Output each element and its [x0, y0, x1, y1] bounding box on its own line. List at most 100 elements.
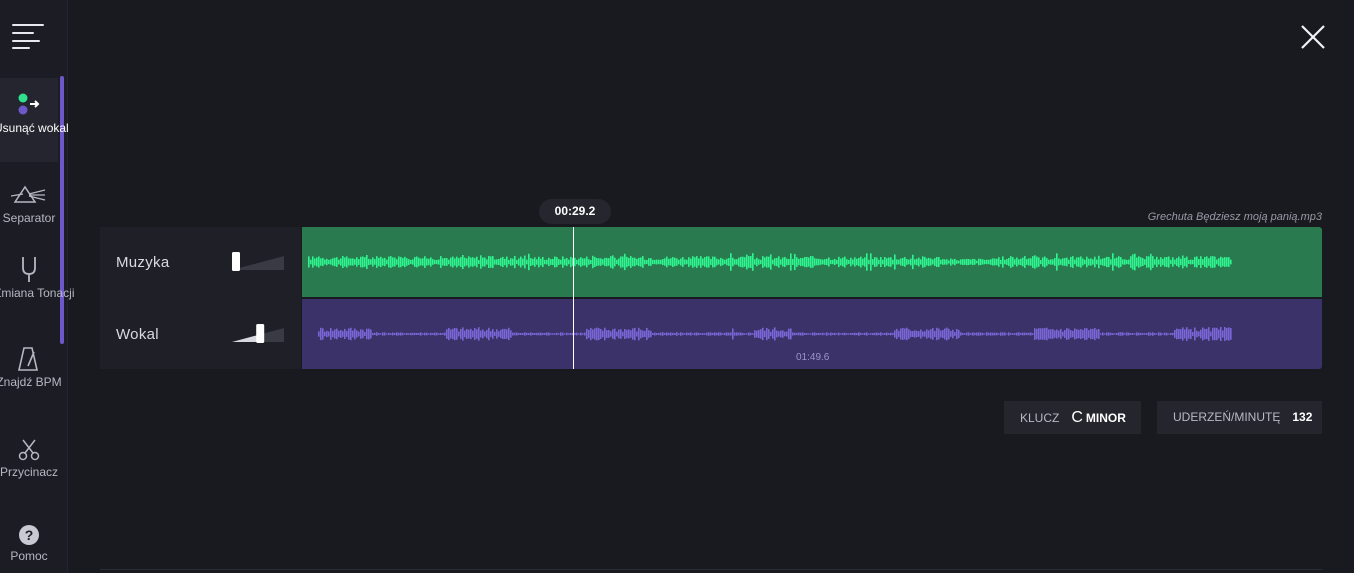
waveform-bar — [1064, 258, 1066, 266]
waveform-bar — [892, 259, 894, 265]
waveform-bar — [1018, 332, 1020, 336]
waveform-bar — [336, 257, 338, 267]
waveform-bar — [1092, 259, 1094, 265]
waveform-bar — [912, 331, 914, 337]
waveform-bar — [1128, 332, 1130, 336]
waveform-bar — [1124, 259, 1126, 265]
sidebar-item-label: Usunąć wokal — [0, 121, 69, 135]
waveform-bar — [558, 259, 560, 265]
waveform-bar — [562, 256, 564, 268]
playhead[interactable] — [573, 227, 574, 369]
waveform-bar — [1152, 332, 1154, 336]
waveform-bar — [434, 332, 436, 336]
waveform-bar — [786, 258, 788, 266]
waveform-bar — [318, 331, 320, 337]
waveform-bar — [356, 257, 358, 267]
waveform-bar — [860, 256, 862, 268]
waveform-bar — [688, 257, 690, 267]
waveform-bar — [458, 331, 460, 337]
waveform-bar — [438, 333, 440, 335]
waveform-bar — [512, 258, 514, 266]
waveform-bar — [610, 256, 612, 268]
waveform-bar — [846, 333, 848, 335]
waveform-bar — [844, 256, 846, 268]
sidebar-item-cutter[interactable]: Przycinacz — [0, 438, 58, 480]
bpm-info: UDERZEŃ/MINUTĘ 132 — [1157, 401, 1322, 434]
waveform-bar — [858, 332, 860, 336]
waveform-bar — [476, 329, 478, 339]
waveform-bar — [680, 258, 682, 266]
waveform-bar — [510, 330, 512, 338]
waveform-bar — [1032, 256, 1034, 268]
waveform-bar — [1142, 333, 1144, 335]
waveform-bar — [954, 258, 956, 266]
waveform-bar — [338, 259, 340, 265]
waveform-bar — [1192, 332, 1194, 336]
waveform-bar — [454, 258, 456, 266]
help-button[interactable]: ? Pomoc — [0, 524, 58, 564]
waveform-bar — [462, 255, 464, 269]
waveform-bar — [726, 332, 728, 336]
current-time-badge: 00:29.2 — [539, 199, 611, 224]
waveform-bar — [1004, 259, 1006, 265]
waveform-bar — [630, 330, 632, 338]
waveform-bar — [426, 332, 428, 336]
sidebar-item-remove-vocal[interactable]: Usunąć wokal — [0, 78, 69, 162]
waveform-bar — [962, 333, 964, 335]
waveform-bar — [660, 332, 662, 336]
waveform-bar — [868, 259, 870, 265]
waveform-bar — [410, 259, 412, 264]
help-label: Pomoc — [10, 549, 48, 563]
waveform-bar — [830, 259, 832, 265]
waveform-bar — [870, 333, 872, 335]
waveform-bar — [1042, 257, 1044, 267]
waveform-bar — [472, 257, 474, 267]
waveform-bar — [420, 258, 422, 266]
waveform-bar — [716, 332, 718, 336]
waveform-bar — [378, 257, 380, 267]
waveform-bar — [464, 330, 466, 338]
waveform-bar — [442, 258, 444, 266]
waveform-bar — [888, 257, 890, 267]
waveform-bar — [498, 259, 500, 265]
waveform-bar — [1070, 256, 1072, 268]
waveform-bar — [924, 256, 926, 268]
waveform-bar — [774, 327, 776, 341]
waveform-bar — [540, 332, 542, 336]
waveform-music[interactable] — [302, 227, 1322, 297]
waveform-bar — [818, 258, 820, 266]
waveform-bar — [748, 332, 750, 336]
waveform-bar — [526, 259, 528, 265]
waveform-bar — [1208, 327, 1210, 341]
volume-slider-vocal[interactable] — [232, 323, 284, 343]
key-mode: MINOR — [1085, 411, 1126, 425]
sidebar-item-separator[interactable]: Separator — [0, 182, 58, 226]
close-icon[interactable] — [1300, 24, 1326, 50]
hamburger-menu-icon[interactable] — [12, 24, 44, 50]
waveform-bar — [422, 258, 424, 266]
waveform-bar — [872, 259, 874, 265]
waveform-bar — [772, 329, 774, 339]
volume-slider-music[interactable] — [232, 251, 284, 271]
waveform-bar — [1196, 330, 1198, 338]
waveform-bar — [1180, 258, 1182, 266]
waveform-bar — [322, 328, 324, 340]
waveform-bar — [1038, 328, 1040, 340]
waveform-bar — [1176, 258, 1178, 266]
waveform-bar — [648, 330, 650, 338]
sidebar-item-pitch[interactable]: Zmiana Tonacji — [0, 255, 74, 301]
track-name-vocal: Wokal — [116, 326, 159, 343]
waveform-bar — [1062, 331, 1064, 337]
waveform-bar — [1106, 256, 1108, 268]
waveform-bar — [1230, 328, 1232, 340]
waveform-bar — [1104, 333, 1106, 335]
waveform-bar — [348, 258, 350, 266]
waveform-bar — [492, 256, 494, 268]
waveform-bar — [334, 329, 336, 339]
waveform-vocal[interactable]: 01:49.6 — [302, 299, 1322, 369]
waveform-bar — [706, 256, 708, 268]
waveform-bar — [588, 259, 590, 265]
sidebar-item-bpm[interactable]: Znajdź BPM — [0, 346, 62, 390]
waveform-bar — [1080, 329, 1082, 339]
waveform-bar — [1108, 332, 1110, 336]
